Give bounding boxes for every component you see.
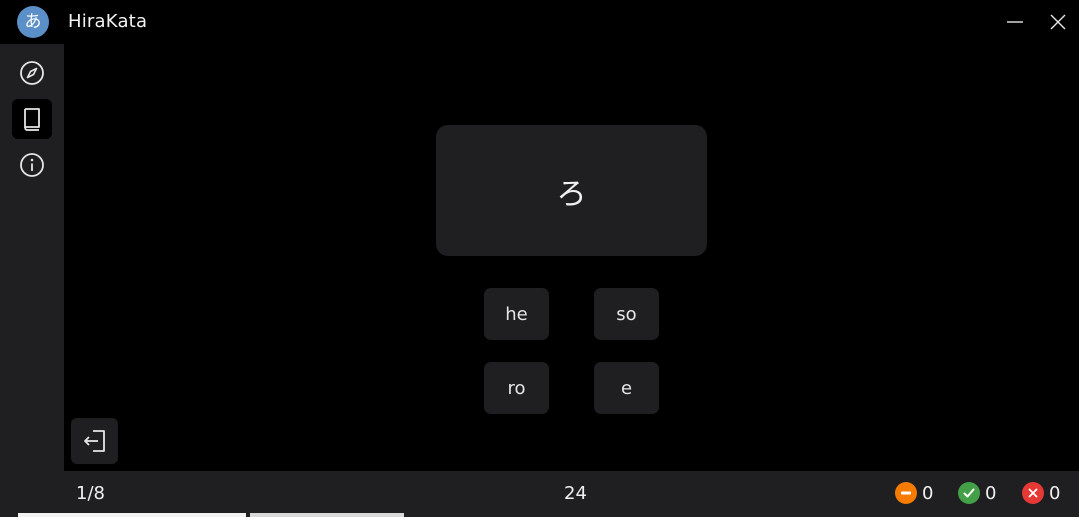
- check-circle-icon: [958, 482, 980, 504]
- correct-count: 0: [985, 482, 997, 504]
- minus-circle-icon: [895, 482, 917, 504]
- app-window: あ HiraKata ろ he so ro e 1/8 24 0 0 0: [0, 0, 1079, 517]
- quiz-area: ろ he so ro e: [64, 44, 1079, 471]
- info-icon: [20, 153, 44, 177]
- progress-counter: 1/8: [76, 483, 105, 504]
- minimize-icon: [1007, 21, 1023, 23]
- wrong-stat: 0: [1022, 481, 1060, 505]
- timer: 24: [564, 483, 587, 504]
- taskbar-edge: [18, 513, 246, 517]
- app-title: HiraKata: [68, 11, 148, 32]
- prompt-card: ろ: [436, 125, 707, 256]
- choice-label: e: [620, 377, 633, 399]
- app-logo: あ: [17, 6, 49, 38]
- x-circle-icon: [1022, 482, 1044, 504]
- close-icon: [1050, 14, 1066, 30]
- choice-button[interactable]: so: [594, 288, 659, 340]
- choice-button[interactable]: e: [594, 362, 659, 414]
- exit-icon: [83, 430, 105, 452]
- sidebar-item-study[interactable]: [12, 99, 52, 139]
- wrong-count: 0: [1049, 482, 1061, 504]
- skipped-stat: 0: [895, 481, 933, 505]
- correct-stat: 0: [958, 481, 996, 505]
- taskbar-edge: [250, 513, 404, 517]
- status-bar: 1/8 24 0 0 0: [64, 471, 1079, 517]
- exit-quiz-button[interactable]: [71, 418, 118, 464]
- compass-icon: [20, 61, 44, 85]
- close-button[interactable]: [1042, 6, 1074, 38]
- choice-button[interactable]: he: [484, 288, 549, 340]
- sidebar: [0, 44, 64, 517]
- minimize-button[interactable]: [999, 6, 1031, 38]
- choice-button[interactable]: ro: [484, 362, 549, 414]
- title-bar: あ HiraKata: [0, 0, 1079, 44]
- prompt-character: ろ: [556, 176, 587, 212]
- choice-label: ro: [507, 377, 526, 399]
- choice-label: so: [616, 303, 637, 325]
- skipped-count: 0: [922, 482, 934, 504]
- sidebar-item-about[interactable]: [12, 145, 52, 185]
- choice-label: he: [505, 303, 528, 325]
- sidebar-item-explore[interactable]: [12, 53, 52, 93]
- book-icon: [24, 108, 40, 131]
